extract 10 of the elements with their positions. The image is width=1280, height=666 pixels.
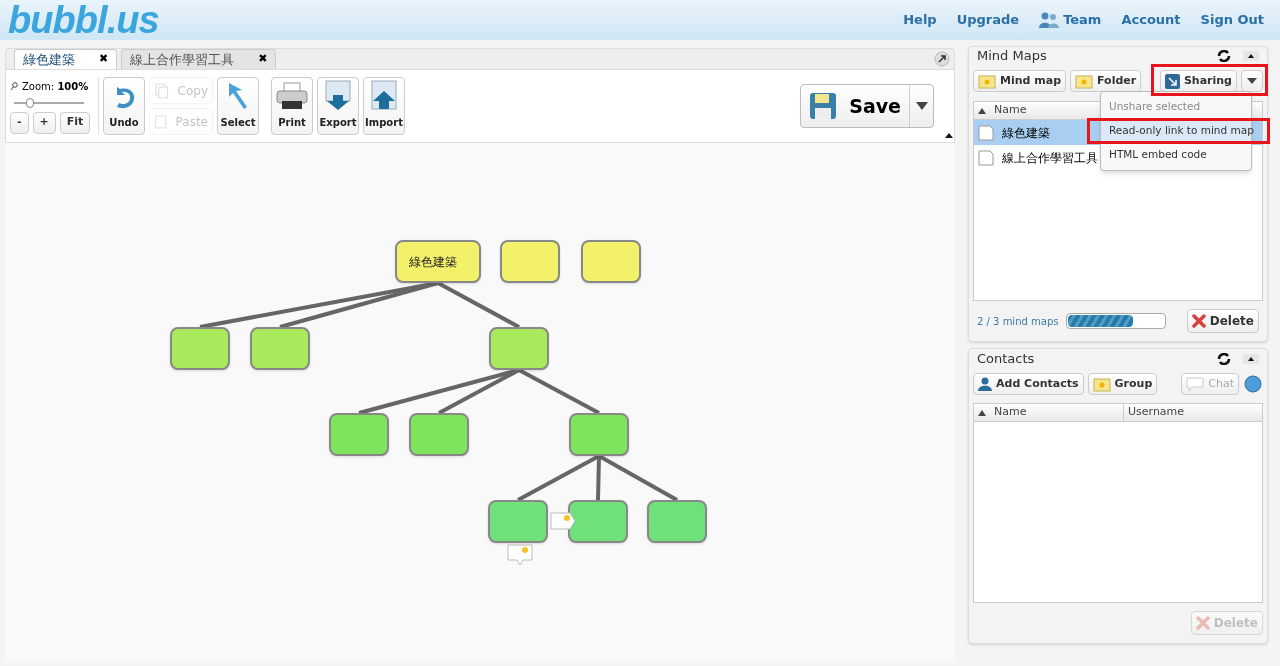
logo: bubbl.us: [7, 1, 159, 39]
panel-title: Contacts: [977, 350, 1035, 369]
zoom-label: Zoom: 100%: [22, 79, 89, 94]
tab-label: 綠色建築: [23, 50, 75, 69]
tab-label: 線上合作學習工具: [130, 50, 235, 69]
panel-title: Mind Maps: [977, 47, 1047, 66]
usage-text: 2 / 3 mind maps: [977, 314, 1059, 329]
bubble-label: 綠色建築: [409, 253, 457, 271]
map-name: 線上合作學習工具: [1002, 149, 1098, 167]
map-name: 綠色建築: [1002, 124, 1050, 142]
